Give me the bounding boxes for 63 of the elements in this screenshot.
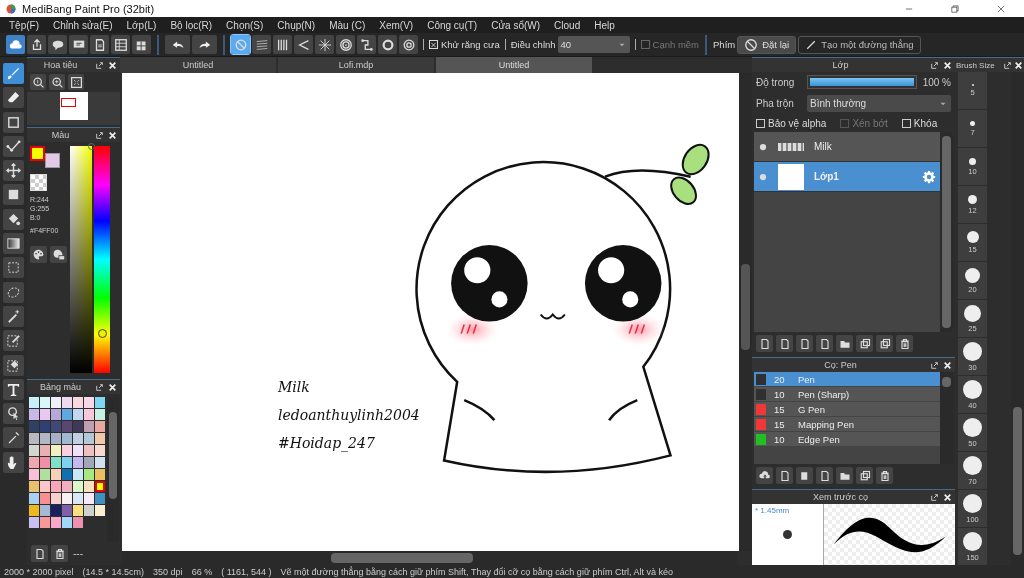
brush-size: 10 — [774, 388, 786, 400]
status-text: (14.5 * 14.5cm) — [82, 566, 145, 577]
checkbox-label: Xén bớt — [852, 118, 888, 129]
panel-title: Bảng màu — [39, 382, 82, 392]
straight-line-button[interactable]: Tạo một đường thẳng — [798, 35, 921, 54]
checkbox-label: Bảo vệ alpha — [768, 118, 827, 129]
panel-title: Brush Size — [956, 60, 996, 70]
panel-title: Hoa tiêu — [42, 60, 79, 70]
brush-name: Pen — [798, 373, 815, 385]
menu-item[interactable]: Lớp(L) — [119, 19, 164, 31]
status-text: 2000 * 2000 pixel — [4, 566, 74, 577]
keys-label: Phím — [713, 39, 736, 50]
brush-row[interactable]: 10 Pen (Sharp) — [754, 387, 940, 402]
opacity-value: 100 % — [922, 76, 951, 88]
menu-item[interactable]: Bộ lọc(R) — [163, 19, 220, 31]
opacity-label: Độ trong — [756, 76, 796, 88]
brush-name: G Pen — [798, 403, 825, 415]
brush-size: 10 — [774, 433, 786, 445]
document-tab[interactable]: Lofi.mdp — [278, 57, 434, 73]
menu-item[interactable]: Help — [587, 19, 622, 31]
menu-item[interactable]: Màu (C) — [322, 19, 373, 31]
correction-label: Điều chỉnh — [510, 39, 556, 50]
brush-row[interactable]: 10 Edge Pen — [754, 432, 940, 447]
status-text: Vẽ một đường thẳng bằng cách giữ phím Shift, Thay đổi cỡ cọ bằng cách giữ phím Ctrl, Alt và kéo — [280, 566, 673, 577]
brush-row[interactable]: 15 Mapping Pen — [754, 417, 940, 432]
menu-item[interactable]: Chọn(S) — [219, 19, 271, 31]
panel-title: Xem trước cọ — [812, 492, 869, 502]
status-text: ( 1161, 544 ) — [221, 566, 272, 577]
brush-size: 15 — [774, 403, 786, 415]
document-tab[interactable]: Untitled — [436, 57, 592, 73]
panel-title: Lớp — [831, 60, 850, 70]
handwritten-text: #Hoidap_247 — [278, 434, 375, 454]
brush-name: Edge Pen — [798, 433, 840, 445]
status-text: 350 dpi — [153, 566, 183, 577]
menu-item[interactable]: Công cụ(T) — [420, 19, 485, 31]
reset-button[interactable]: Đặt lại — [737, 35, 797, 54]
checkbox-label: Cạnh mềm — [652, 39, 700, 50]
menu-item[interactable]: Tệp(F) — [2, 19, 46, 31]
menu-item[interactable]: Xem(V) — [372, 19, 421, 31]
status-text: 66 % — [191, 566, 213, 577]
brush-row[interactable]: 15 G Pen — [754, 402, 940, 417]
menu-item[interactable]: Chỉnh sửa(E) — [46, 19, 120, 31]
panel-title: Cọ: Pen — [823, 360, 858, 370]
menu-item[interactable]: Chụp(N) — [270, 19, 323, 31]
window-title: MediBang Paint Pro (32bit) — [22, 2, 156, 15]
correction-dropdown[interactable]: 40 — [557, 36, 630, 53]
brush-size: 20 — [774, 373, 786, 385]
brush-size-value: * 1.45mm — [755, 506, 790, 515]
handwritten-text: ledoanthuylinh2004 — [278, 406, 420, 425]
checkbox-label: Khóa — [913, 118, 938, 129]
document-tab[interactable]: Untitled — [120, 57, 276, 73]
blend-mode-dropdown[interactable]: Bình thường — [807, 95, 951, 112]
palette-name: --- — [73, 548, 83, 559]
brush-name: Pen (Sharp) — [798, 388, 850, 400]
panel-title: Màu — [50, 130, 71, 140]
menu-item[interactable]: Cửa sổ(W) — [484, 19, 548, 31]
brush-size: 15 — [774, 418, 786, 430]
menu-item[interactable]: Cloud — [547, 19, 588, 31]
checkbox-label: Khử răng cưa — [441, 39, 500, 50]
blend-mode-label: Pha trộn — [756, 98, 795, 109]
brush-name: Mapping Pen — [798, 418, 854, 430]
layer-row[interactable]: Milk — [754, 132, 940, 162]
handwritten-text: Milk — [278, 378, 310, 397]
